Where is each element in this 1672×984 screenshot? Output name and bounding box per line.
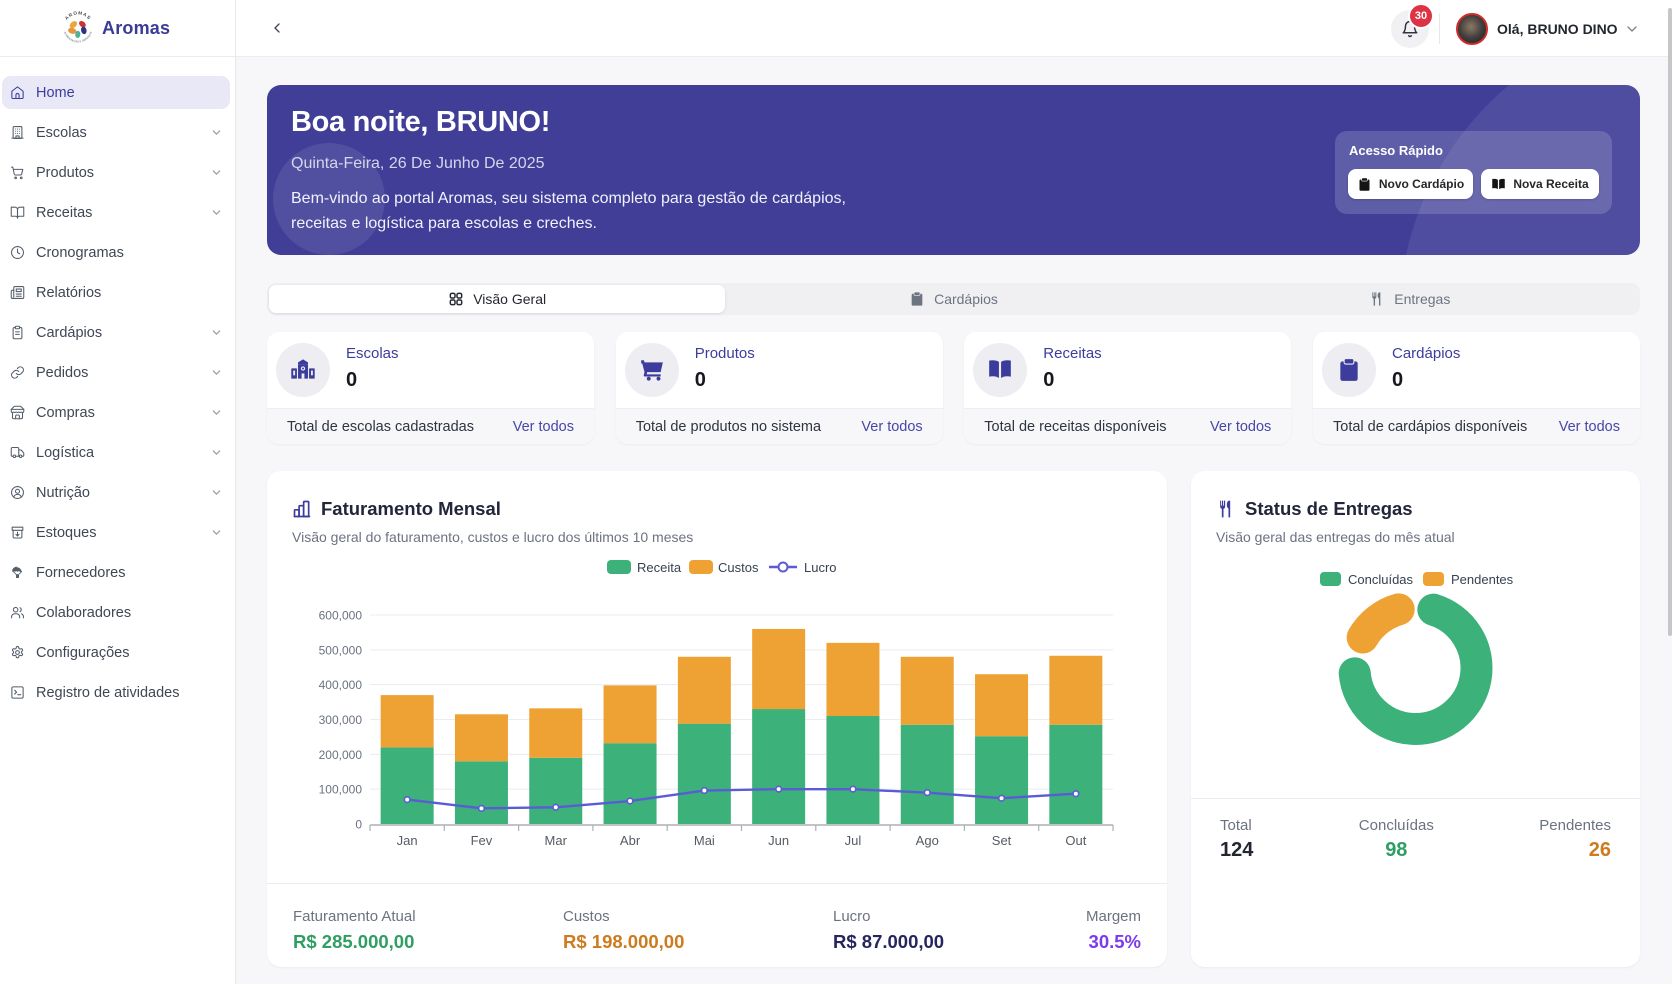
svg-text:Mai: Mai [694, 833, 715, 848]
svg-text:Receita: Receita [637, 560, 682, 575]
svg-text:300,000: 300,000 [319, 713, 363, 727]
svg-text:Abr: Abr [620, 833, 641, 848]
svg-text:Mar: Mar [545, 833, 568, 848]
svg-text:Set: Set [992, 833, 1012, 848]
svg-text:200,000: 200,000 [319, 748, 363, 762]
svg-text:Concluídas: Concluídas [1348, 572, 1414, 587]
svg-text:Jun: Jun [768, 833, 789, 848]
svg-text:500,000: 500,000 [319, 643, 363, 657]
svg-text:100,000: 100,000 [319, 783, 363, 797]
svg-text:Custos: Custos [718, 560, 759, 575]
svg-text:Jan: Jan [397, 833, 418, 848]
svg-text:Pendentes: Pendentes [1451, 572, 1514, 587]
svg-text:0: 0 [355, 818, 362, 832]
svg-text:Fev: Fev [471, 833, 493, 848]
svg-text:Ago: Ago [916, 833, 939, 848]
svg-text:Jul: Jul [845, 833, 862, 848]
svg-text:600,000: 600,000 [319, 609, 363, 623]
svg-text:400,000: 400,000 [319, 678, 363, 692]
svg-text:Out: Out [1065, 833, 1086, 848]
svg-text:Lucro: Lucro [804, 560, 837, 575]
